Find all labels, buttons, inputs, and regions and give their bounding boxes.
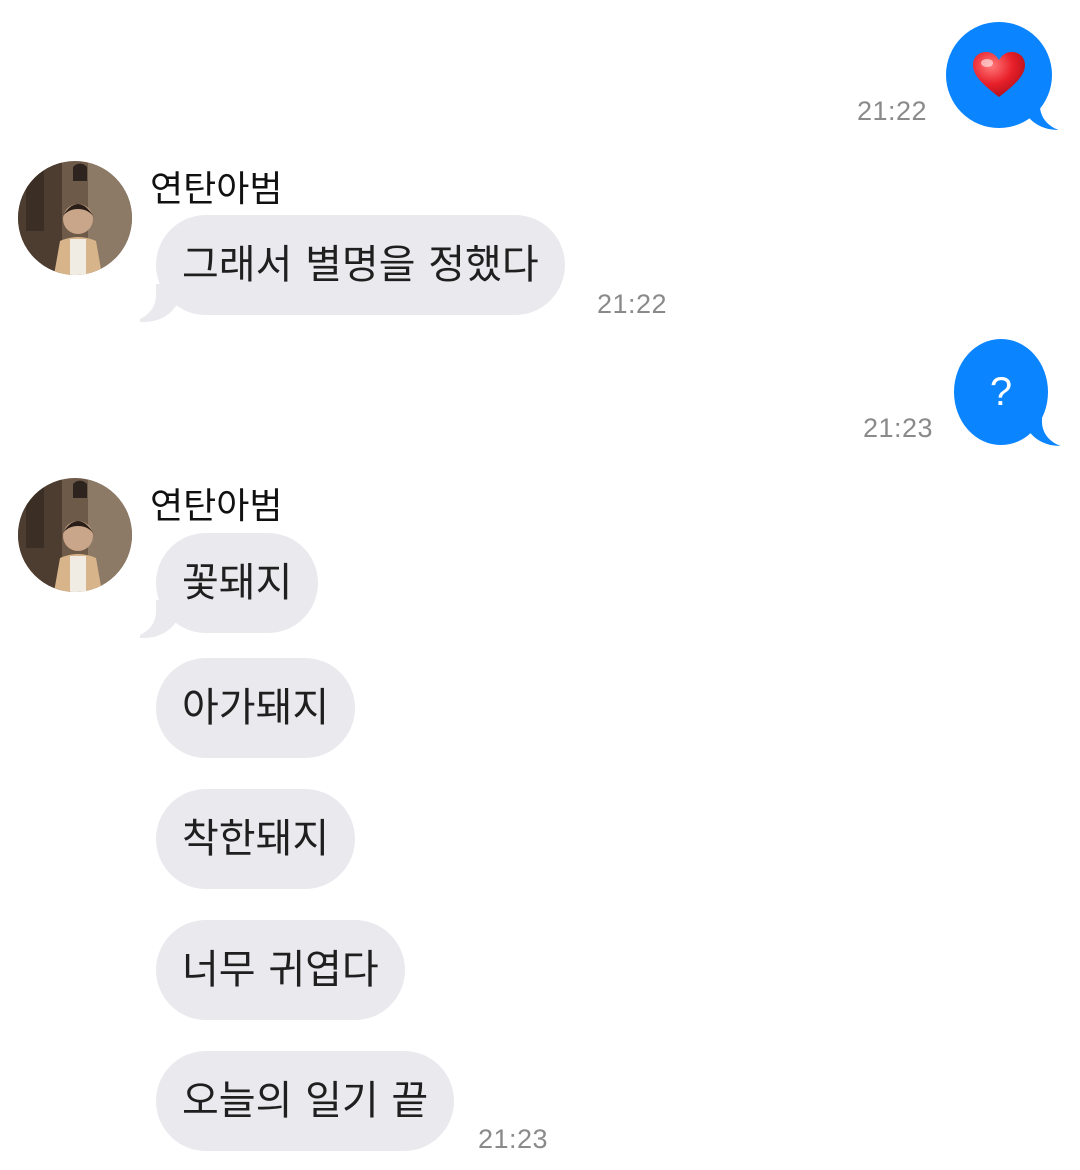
message-bubble[interactable]: 오늘의 일기 끝 <box>156 1051 455 1151</box>
message-bubble[interactable]: 그래서 별명을 정했다 <box>156 215 565 315</box>
timestamp: 21:22 <box>857 96 928 126</box>
timestamp: 21:23 <box>863 413 934 443</box>
timestamp: 21:23 <box>478 1124 549 1154</box>
avatar[interactable] <box>18 161 132 275</box>
sender-name: 연탄아범 <box>150 169 283 210</box>
heart-emoji-icon <box>973 52 1025 97</box>
timestamp: 21:22 <box>597 289 668 319</box>
message-bubble[interactable]: 너무 귀엽다 <box>156 920 405 1020</box>
message-bubble[interactable] <box>946 22 1052 128</box>
message-bubble[interactable]: 꽃돼지 <box>156 533 319 633</box>
avatar[interactable] <box>18 478 132 592</box>
message-text: ? <box>989 369 1013 414</box>
message-bubble[interactable]: 아가돼지 <box>156 658 356 758</box>
sender-name: 연탄아범 <box>150 486 283 527</box>
message-bubble[interactable]: ? <box>954 339 1048 445</box>
message-bubble[interactable]: 착한돼지 <box>156 789 356 889</box>
avatar-photo-icon <box>18 161 132 275</box>
avatar-photo-icon <box>18 478 132 592</box>
